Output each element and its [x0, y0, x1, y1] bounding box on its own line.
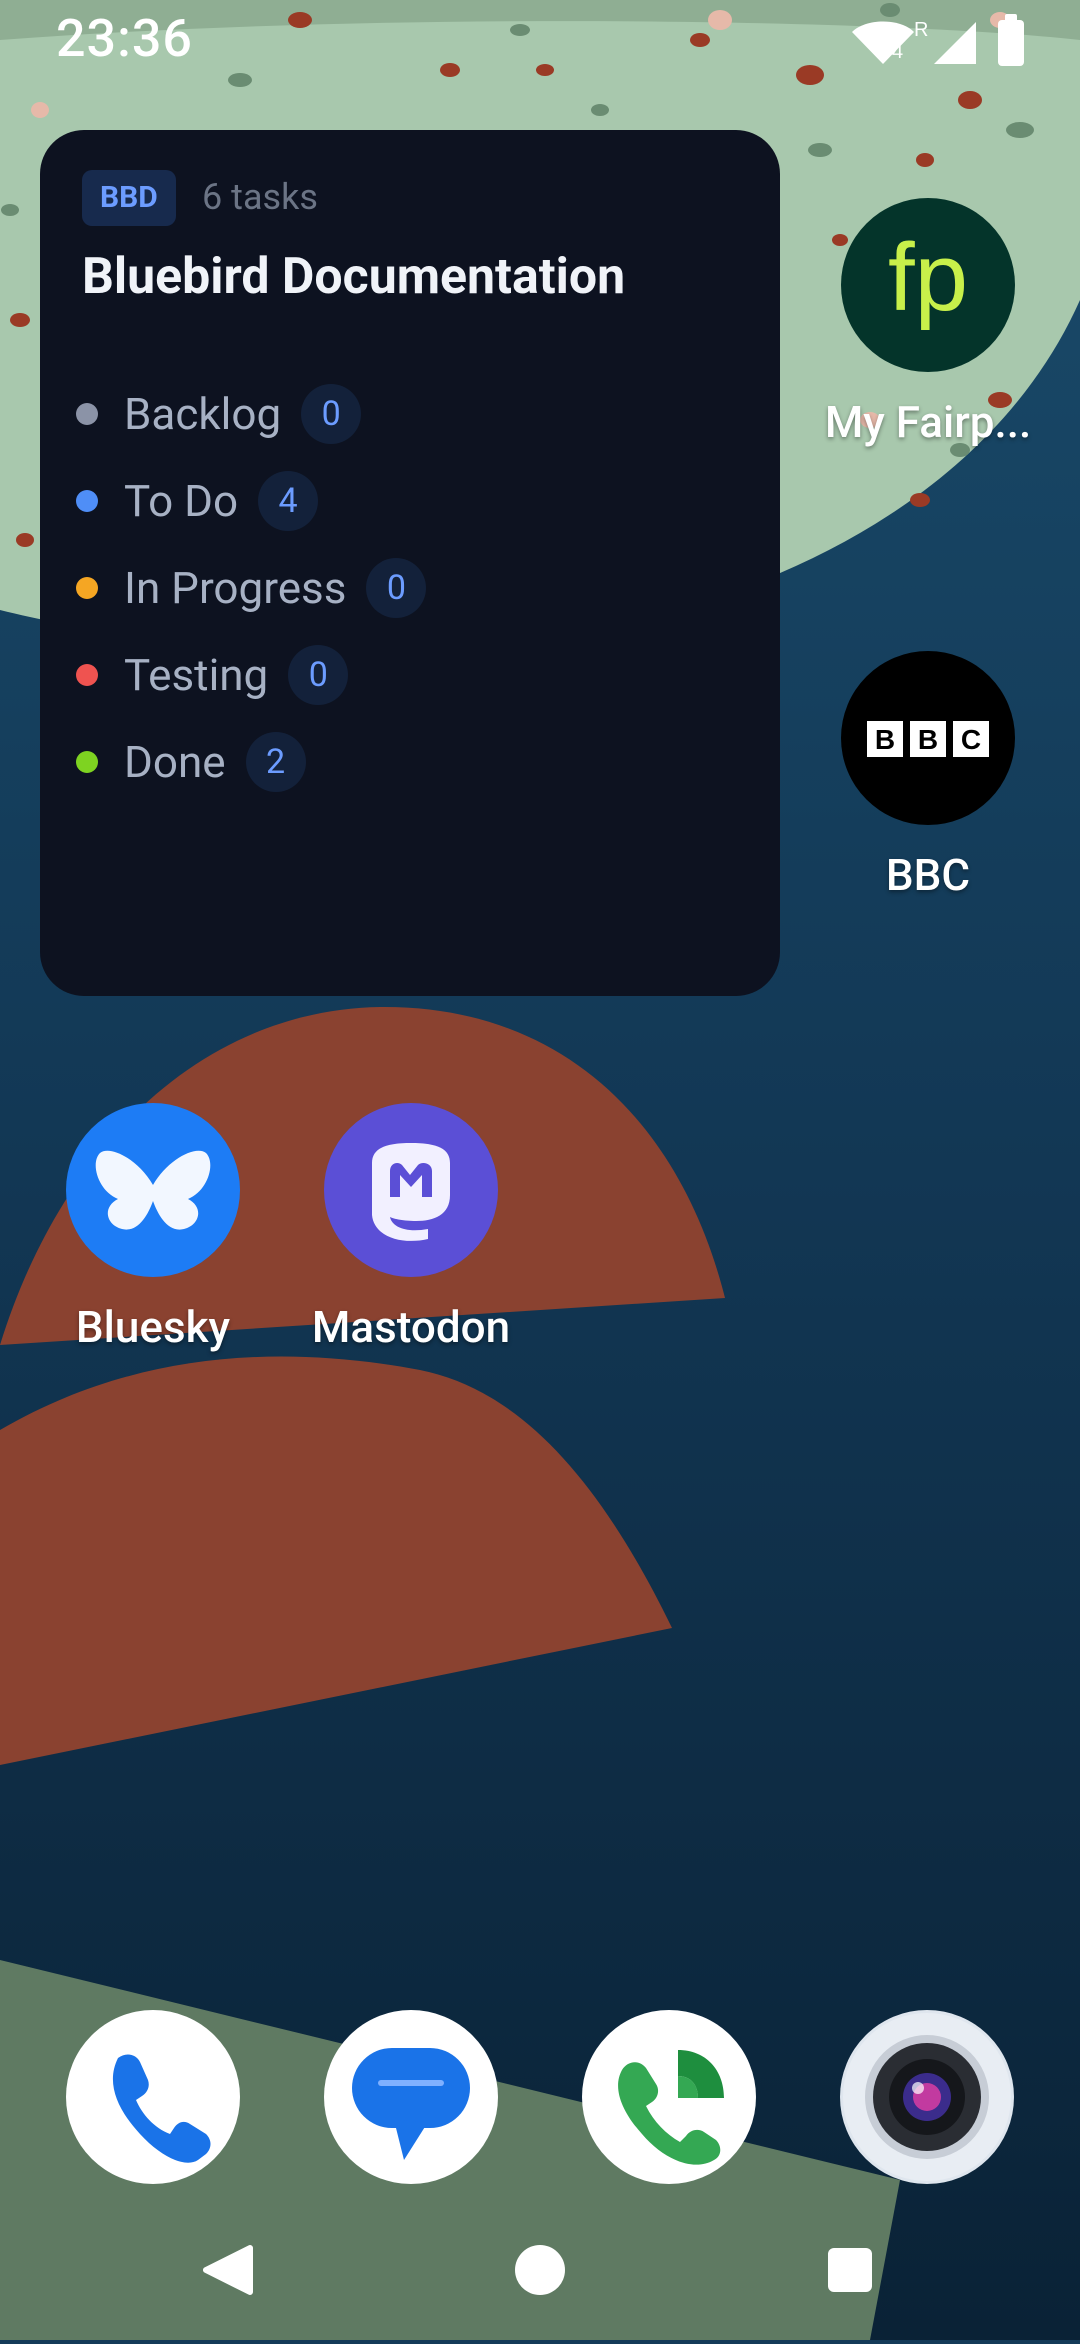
status-count: 0	[366, 557, 427, 618]
status-row-todo[interactable]: To Do 4	[76, 457, 426, 544]
status-row-done[interactable]: Done 2	[76, 718, 426, 805]
dock-camera[interactable]	[840, 2010, 1014, 2184]
status-count: 0	[288, 644, 349, 705]
project-widget[interactable]: BBD 6 tasks Bluebird Documentation Backl…	[40, 130, 780, 996]
task-count: 6 tasks	[202, 176, 318, 218]
status-label: Done	[124, 735, 226, 788]
home-icon[interactable]	[515, 2245, 565, 2295]
call-app-icon	[618, 2050, 724, 2165]
status-icons: 4 R	[848, 14, 1028, 66]
svg-text:B: B	[918, 724, 938, 755]
status-dot-icon	[76, 489, 98, 512]
app-label: Bluesky	[75, 1301, 231, 1353]
bluesky-icon	[66, 1103, 240, 1277]
svg-text:C: C	[961, 724, 981, 755]
status-dot-icon	[76, 750, 98, 773]
recents-icon[interactable]	[828, 2248, 872, 2292]
back-icon[interactable]	[203, 2245, 253, 2295]
status-row-backlog[interactable]: Backlog 0	[76, 370, 426, 457]
cellular-signal-icon	[934, 22, 976, 64]
navigation-bar	[0, 2220, 1080, 2340]
dock-phone[interactable]	[66, 2010, 240, 2184]
status-label: Testing	[124, 648, 269, 701]
fairphone-icon: fp	[841, 198, 1015, 372]
roaming-text: R	[914, 19, 928, 41]
app-mastodon[interactable]: Mastodon	[291, 1103, 531, 1353]
status-count: 4	[258, 470, 319, 531]
status-label: Backlog	[124, 387, 282, 440]
app-label: BBC	[885, 849, 971, 901]
status-count: 2	[245, 731, 306, 792]
mastodon-icon	[324, 1103, 498, 1277]
status-dot-icon	[76, 576, 98, 599]
app-bluesky[interactable]: Bluesky	[33, 1103, 273, 1353]
status-dot-icon	[76, 663, 98, 686]
messages-icon	[352, 2048, 470, 2160]
clock: 23:36	[56, 8, 193, 69]
svg-text:B: B	[875, 724, 895, 755]
project-title: Bluebird Documentation	[82, 248, 626, 306]
app-label: My Fairp...	[824, 396, 1032, 448]
status-label: In Progress	[124, 561, 347, 614]
bbc-icon: B B C	[841, 651, 1015, 825]
wifi-icon	[852, 21, 914, 64]
network-badge-text: 4	[892, 41, 903, 63]
phone-icon	[112, 2054, 211, 2163]
app-myfairphone[interactable]: fp My Fairp...	[808, 198, 1048, 448]
dock-call-app[interactable]	[582, 2010, 756, 2184]
project-key-badge: BBD	[82, 170, 176, 226]
camera-icon	[843, 2013, 1011, 2181]
status-label: To Do	[124, 474, 239, 527]
status-bar: 23:36 4 R	[0, 0, 1080, 80]
svg-text:fp: fp	[888, 224, 968, 331]
status-row-testing[interactable]: Testing 0	[76, 631, 426, 718]
status-dot-icon	[76, 402, 98, 425]
dock-messages[interactable]	[324, 2010, 498, 2184]
status-list: Backlog 0 To Do 4 In Progress 0 Testing …	[76, 370, 427, 805]
status-count: 0	[301, 383, 362, 444]
app-label: Mastodon	[311, 1301, 511, 1353]
battery-icon	[998, 14, 1024, 66]
app-bbc[interactable]: B B C BBC	[808, 651, 1048, 901]
status-row-in-progress[interactable]: In Progress 0	[76, 544, 427, 631]
